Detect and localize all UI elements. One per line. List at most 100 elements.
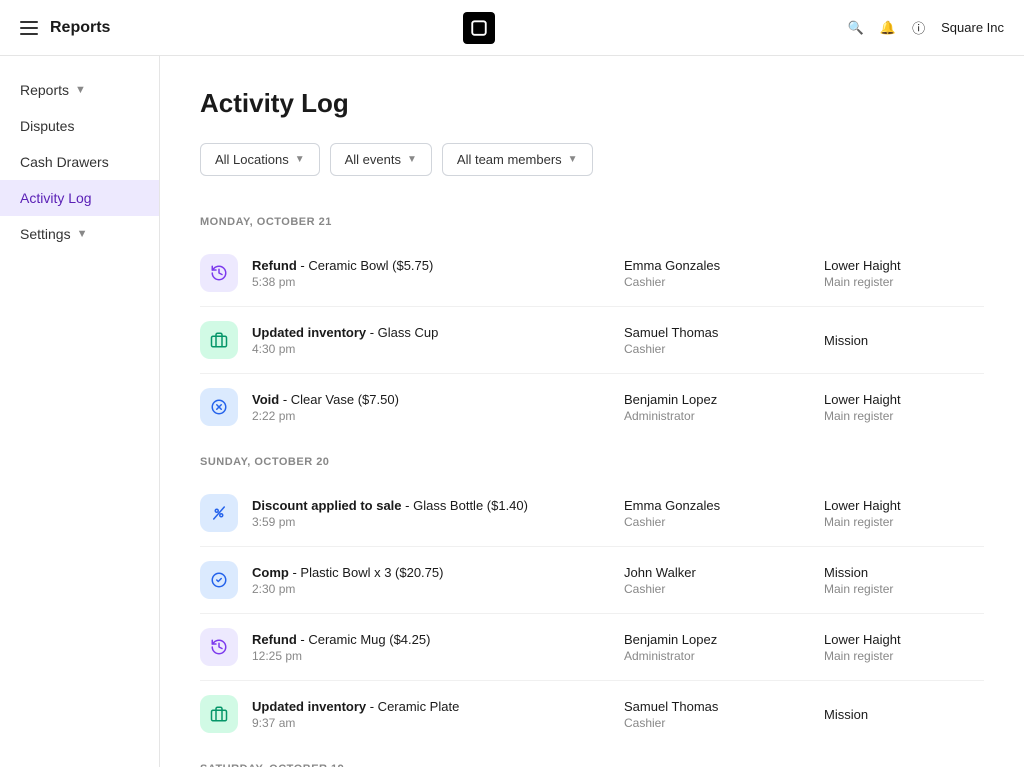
sidebar-label-cash-drawers: Cash Drawers [20,154,109,170]
filter-team[interactable]: All team members ▼ [442,143,593,176]
person-role: Cashier [624,716,824,730]
activity-time: 12:25 pm [252,649,624,663]
sidebar-item-settings[interactable]: Settings ▼ [0,216,159,252]
activity-person: Samuel Thomas Cashier [624,699,824,730]
sidebar-item-reports[interactable]: Reports ▼ [0,72,159,108]
person-role: Cashier [624,515,824,529]
activity-title: Discount applied to sale - Glass Bottle … [252,498,624,513]
location-name: Lower Haight [824,632,984,647]
sidebar-item-activity-log[interactable]: Activity Log [0,180,159,216]
person-name: Samuel Thomas [624,325,824,340]
person-role: Administrator [624,409,824,423]
location-name: Lower Haight [824,498,984,513]
topnav-right: 🔍 🔔 ⓘ Square Inc [848,18,1004,37]
chevron-events: ▼ [407,154,417,165]
activity-person: John Walker Cashier [624,565,824,596]
person-role: Cashier [624,582,824,596]
activity-description: Refund - Ceramic Mug ($4.25) 12:25 pm [252,632,624,663]
activity-time: 9:37 am [252,716,624,730]
location-name: Lower Haight [824,258,984,273]
activity-row: Refund - Ceramic Mug ($4.25) 12:25 pmBenj… [200,614,984,681]
location-name: Mission [824,707,984,722]
activity-person: Emma Gonzales Cashier [624,258,824,289]
layout: Reports ▼ Disputes Cash Drawers Activity… [0,56,1024,767]
person-role: Cashier [624,275,824,289]
activity-row: Void - Clear Vase ($7.50) 2:22 pmBenjamin… [200,374,984,440]
activity-location: Lower HaightMain register [824,632,984,663]
filter-locations[interactable]: All Locations ▼ [200,143,320,176]
chevron-settings: ▼ [77,228,88,240]
notifications-icon[interactable]: 🔔 [880,20,896,36]
location-name: Mission [824,333,984,348]
activity-person: Benjamin Lopez Administrator [624,632,824,663]
register-name: Main register [824,582,984,596]
person-name: Samuel Thomas [624,699,824,714]
filter-events[interactable]: All events ▼ [330,143,432,176]
topnav: Reports 🔍 🔔 ⓘ Square Inc [0,0,1024,56]
activity-description: Updated inventory - Glass Cup 4:30 pm [252,325,624,356]
day-label: Saturday, October 19 [200,755,984,767]
activity-title: Updated inventory - Ceramic Plate [252,699,624,714]
person-name: John Walker [624,565,824,580]
person-name: Emma Gonzales [624,258,824,273]
register-name: Main register [824,275,984,289]
activity-title: Refund - Ceramic Bowl ($5.75) [252,258,624,273]
activity-location: Lower Haight Main register [824,498,984,529]
activity-time: 5:38 pm [252,275,624,289]
register-name: Main register [824,409,984,423]
square-logo [463,12,495,44]
activity-time: 2:22 pm [252,409,624,423]
activity-location: Mission [824,707,984,722]
topnav-center [463,12,495,44]
activity-row: Refund - Ceramic Bowl ($5.75) 5:38 pmEmma… [200,240,984,307]
activity-time: 3:59 pm [252,515,624,529]
activity-description: Updated inventory - Ceramic Plate 9:37 am [252,699,624,730]
activity-description: Discount applied to sale - Glass Bottle … [252,498,624,529]
day-label: Monday, October 21 [200,208,984,236]
activity-description: Refund - Ceramic Bowl ($5.75) 5:38 pm [252,258,624,289]
sidebar-label-activity-log: Activity Log [20,190,92,206]
filter-locations-label: All Locations [215,152,289,167]
activity-row: Discount applied to sale - Glass Bottle … [200,480,984,547]
activity-description: Void - Clear Vase ($7.50) 2:22 pm [252,392,624,423]
person-role: Administrator [624,649,824,663]
location-name: Lower Haight [824,392,984,407]
page-title: Activity Log [200,88,984,119]
sidebar-item-cash-drawers[interactable]: Cash Drawers [0,144,159,180]
chevron-locations: ▼ [295,154,305,165]
filters-bar: All Locations ▼ All events ▼ All team me… [200,143,984,176]
refund-icon [200,254,238,292]
filter-team-label: All team members [457,152,562,167]
activity-title: Refund - Ceramic Mug ($4.25) [252,632,624,647]
menu-button[interactable] [20,21,38,35]
activity-row: Updated inventory - Ceramic Plate 9:37 am… [200,681,984,747]
person-name: Benjamin Lopez [624,632,824,647]
topnav-title: Reports [50,19,110,37]
main-content: Activity Log All Locations ▼ All events … [160,56,1024,767]
topnav-left: Reports [20,19,110,37]
void-icon [200,388,238,426]
activity-location: MissionMain register [824,565,984,596]
activity-location: Mission [824,333,984,348]
search-icon[interactable]: 🔍 [848,20,864,36]
comp-icon [200,561,238,599]
activity-person: Samuel ThomasCashier [624,325,824,356]
filter-events-label: All events [345,152,401,167]
activity-title: Updated inventory - Glass Cup [252,325,624,340]
person-name: Emma Gonzales [624,498,824,513]
activity-row: Updated inventory - Glass Cup 4:30 pmSamu… [200,307,984,374]
activity-container: Monday, October 21 Refund - Ceramic Bowl … [200,208,984,767]
sidebar-label-reports: Reports [20,82,69,98]
discount-icon [200,494,238,532]
inventory-icon [200,321,238,359]
help-icon[interactable]: ⓘ [912,18,925,37]
day-label: Sunday, October 20 [200,448,984,476]
activity-time: 4:30 pm [252,342,624,356]
activity-person: Benjamin Lopez Administrator [624,392,824,423]
person-name: Benjamin Lopez [624,392,824,407]
activity-title: Void - Clear Vase ($7.50) [252,392,624,407]
register-name: Main register [824,515,984,529]
chevron-team: ▼ [568,154,578,165]
activity-title: Comp - Plastic Bowl x 3 ($20.75) [252,565,624,580]
sidebar-item-disputes[interactable]: Disputes [0,108,159,144]
